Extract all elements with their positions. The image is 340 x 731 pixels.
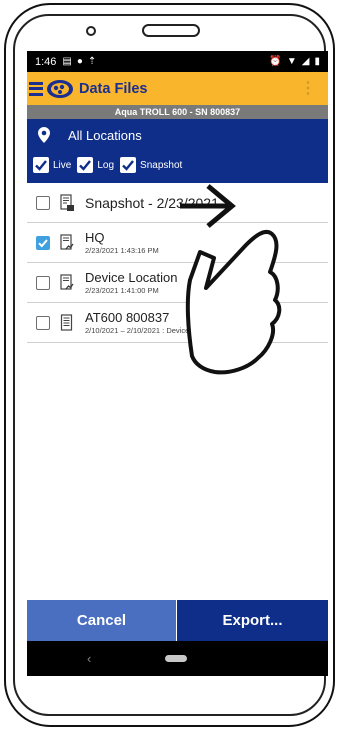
home-pill-icon[interactable]	[165, 655, 187, 662]
file-list: Snapshot - 2/23/2021 HQ 2/23/2021 1:43:1…	[27, 183, 328, 343]
app-title: Data Files	[79, 80, 148, 97]
wifi-icon: ▼	[286, 56, 297, 67]
log-file-icon	[60, 273, 74, 290]
export-button[interactable]: Export...	[176, 600, 328, 641]
file-name: Device Location	[85, 269, 178, 285]
file-name: HQ	[85, 229, 105, 245]
notification-icon: ▤	[62, 56, 72, 67]
list-item[interactable]: AT600 800837 2/10/2021 – 2/10/2021 : Dev…	[27, 303, 328, 343]
battery-icon: ▮	[314, 56, 320, 67]
filter-row: Live Log Snapshot	[33, 157, 188, 173]
filter-log-label: Log	[97, 159, 115, 171]
device-bar: Aqua TROLL 600 - SN 800837	[27, 105, 328, 119]
checkbox-unchecked-icon[interactable]	[36, 315, 50, 330]
button-bar: Cancel Export...	[27, 600, 328, 641]
status-time: 1:46	[35, 55, 57, 68]
location-pin-icon	[38, 127, 50, 143]
filter-snapshot[interactable]: Snapshot	[120, 157, 182, 173]
checkbox-checked-icon[interactable]	[36, 235, 50, 250]
location-label: All Locations	[68, 127, 142, 143]
list-item[interactable]: Snapshot - 2/23/2021	[27, 183, 328, 223]
checkbox-checked-icon[interactable]	[33, 157, 49, 173]
checkbox-unchecked-icon[interactable]	[36, 195, 50, 210]
log-file-icon	[60, 233, 74, 250]
back-icon[interactable]: ‹	[87, 651, 91, 666]
app-bar: Data Files ⋮	[27, 72, 328, 105]
cancel-button[interactable]: Cancel	[27, 600, 176, 641]
list-item[interactable]: Device Location 2/23/2021 1:41:00 PM	[27, 263, 328, 303]
document-icon	[60, 313, 73, 331]
front-camera	[86, 26, 96, 36]
upload-icon: ⇡	[87, 56, 97, 67]
phone-screen: 1:46 ▤ ● ⇡ ⏰ ▼ ◢ ▮ Data Files ⋮ Aqua TRO…	[27, 51, 328, 676]
more-options-icon[interactable]: ⋮	[300, 80, 316, 97]
signal-icon: ◢	[301, 56, 310, 67]
file-name: Snapshot - 2/23/2021	[85, 194, 219, 211]
location-header: All Locations Live Log Snapshot	[27, 119, 328, 183]
menu-icon[interactable]	[29, 81, 43, 96]
file-date-range: 2/10/2021 – 2/10/2021 : Device Location	[85, 325, 220, 335]
status-bar: 1:46 ▤ ● ⇡ ⏰ ▼ ◢ ▮	[27, 51, 328, 72]
message-icon: ●	[76, 56, 83, 67]
file-timestamp: 2/23/2021 1:43:16 PM	[85, 245, 159, 255]
location-selector[interactable]: All Locations	[27, 119, 328, 151]
filter-live[interactable]: Live	[33, 157, 71, 173]
filter-snapshot-label: Snapshot	[140, 159, 183, 171]
checkbox-checked-icon[interactable]	[77, 157, 94, 173]
alarm-icon: ⏰	[269, 56, 282, 67]
checkbox-checked-icon[interactable]	[120, 157, 137, 173]
earpiece-speaker	[142, 24, 200, 37]
app-logo-icon	[47, 79, 73, 98]
file-timestamp: 2/23/2021 1:41:00 PM	[85, 285, 159, 295]
filter-log[interactable]: Log	[77, 157, 114, 173]
file-name: AT600 800837	[85, 309, 170, 325]
checkbox-unchecked-icon[interactable]	[36, 275, 50, 290]
system-nav-bar: ‹	[27, 641, 328, 676]
snapshot-file-icon	[60, 193, 74, 211]
filter-live-label: Live	[53, 159, 72, 171]
list-item[interactable]: HQ 2/23/2021 1:43:16 PM	[27, 223, 328, 263]
